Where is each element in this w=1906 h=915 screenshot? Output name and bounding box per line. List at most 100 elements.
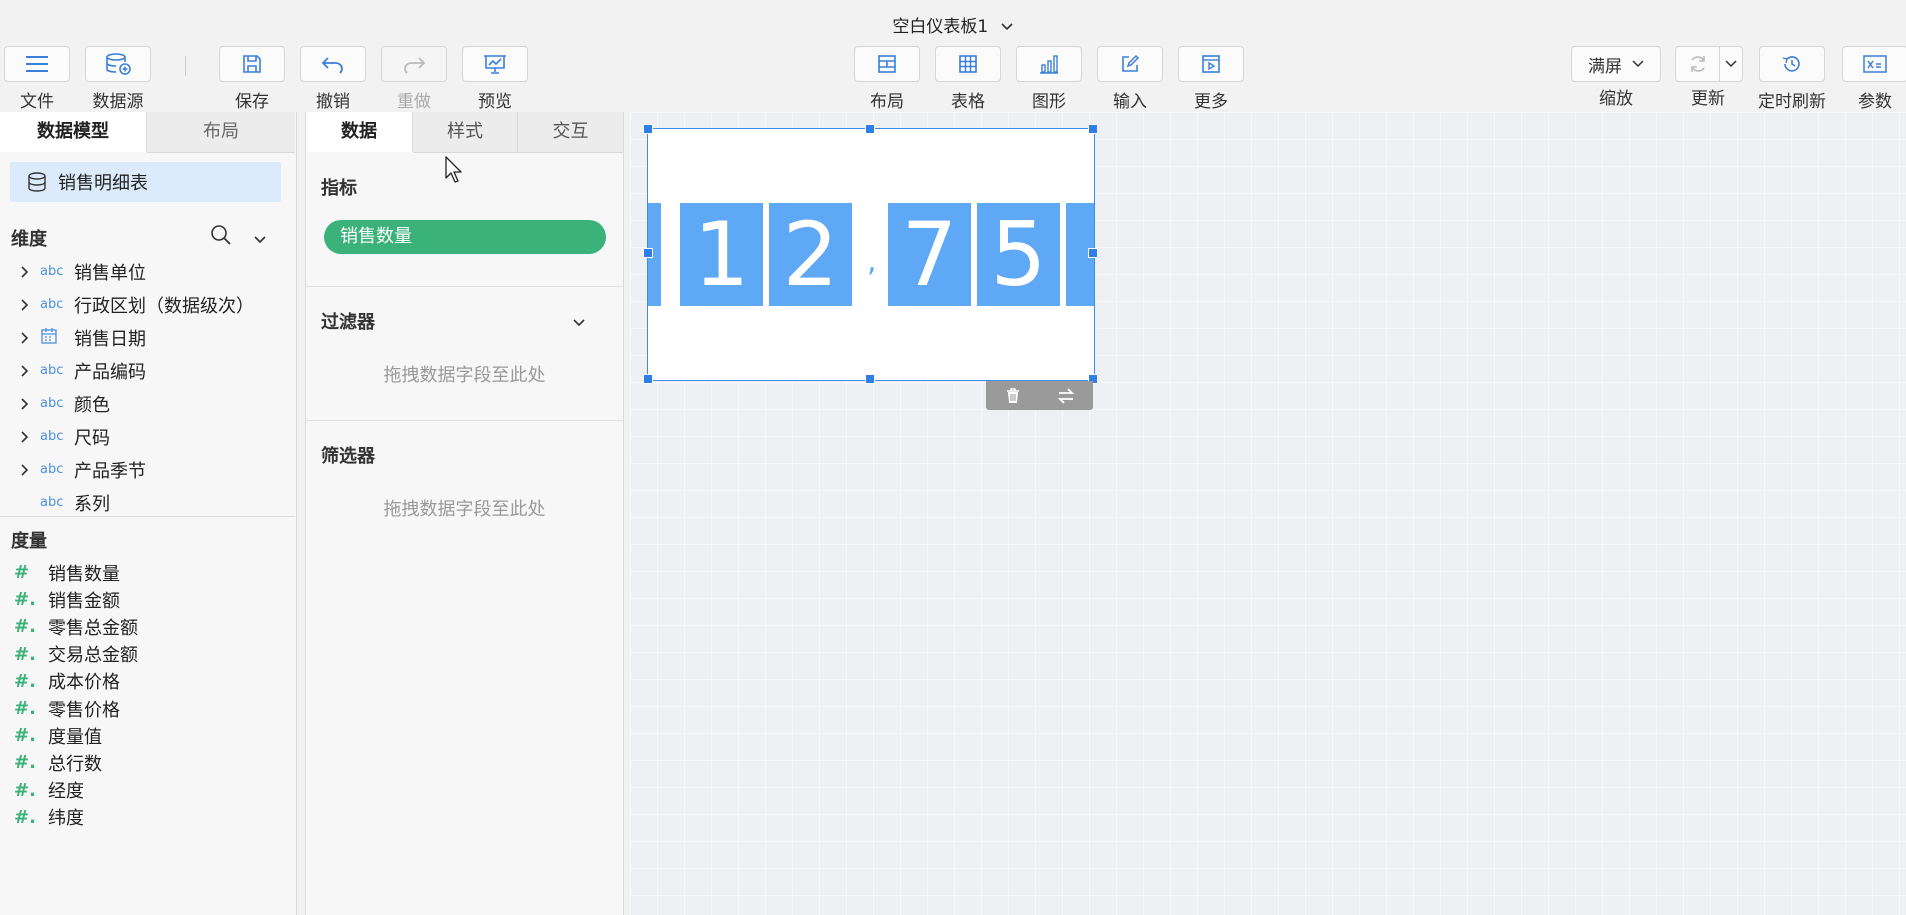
save-button[interactable]: 保存: [211, 46, 293, 112]
trash-icon[interactable]: [1004, 387, 1022, 405]
more-button[interactable]: 更多: [1170, 46, 1252, 112]
datasource-label: 数据源: [92, 92, 144, 112]
chart-button[interactable]: 图形: [1008, 46, 1090, 112]
indicator-field-pill[interactable]: 销售数量: [324, 220, 606, 254]
resize-handle[interactable]: [865, 374, 875, 384]
dimension-item[interactable]: abc 产品季节: [0, 453, 290, 486]
chevron-down-icon[interactable]: [1720, 47, 1742, 81]
input-label: 输入: [1113, 92, 1147, 112]
refresh-split-button[interactable]: [1675, 46, 1743, 82]
table-button[interactable]: 表格: [927, 46, 1009, 112]
chevron-right-icon[interactable]: [18, 298, 32, 312]
chevron-down-icon[interactable]: [253, 230, 267, 249]
file-button[interactable]: 文件: [0, 46, 78, 112]
preview-button[interactable]: 预览: [454, 46, 536, 112]
digit: 5: [977, 203, 1060, 306]
dimension-label: 尺码: [74, 427, 110, 449]
text-type-icon: abc: [40, 462, 64, 477]
tab-data-model[interactable]: 数据模型: [0, 112, 147, 152]
table-label: 表格: [951, 92, 985, 112]
resize-handle[interactable]: [643, 124, 653, 134]
selector-header: 筛选器: [321, 446, 375, 467]
text-type-icon: abc: [40, 495, 64, 510]
params-button[interactable]: 参数: [1834, 46, 1906, 112]
layout-label: 布局: [870, 92, 904, 112]
zoom-value: 满屏: [1588, 56, 1622, 77]
resize-handle[interactable]: [865, 124, 875, 134]
measure-label: 成本价格: [48, 672, 120, 694]
undo-button[interactable]: 撤销: [292, 46, 374, 112]
dimension-item[interactable]: abc 销售单位: [0, 255, 290, 288]
refresh-label: 更新: [1691, 89, 1725, 109]
redo-button[interactable]: 重做: [373, 46, 455, 112]
filter-drop-zone[interactable]: 拖拽数据字段至此处: [306, 361, 623, 387]
timed-refresh-button[interactable]: 定时刷新: [1751, 46, 1833, 112]
layout-button[interactable]: 布局: [846, 46, 928, 112]
tab-style[interactable]: 样式: [413, 112, 518, 153]
measures-header: 度量: [11, 531, 47, 552]
params-label: 参数: [1858, 92, 1892, 112]
resize-handle[interactable]: [1088, 124, 1098, 134]
datasource-button[interactable]: 数据源: [77, 46, 159, 112]
dataset-item[interactable]: 销售明细表: [10, 162, 281, 202]
calendar-icon: [40, 327, 74, 349]
preview-label: 预览: [478, 92, 512, 112]
chevron-right-icon[interactable]: [18, 463, 32, 477]
tab-data[interactable]: 数据: [306, 112, 413, 152]
dimension-item[interactable]: 销售日期: [0, 321, 290, 354]
dimension-label: 产品季节: [74, 460, 146, 482]
text-type-icon: abc: [40, 363, 64, 378]
divider: [306, 286, 623, 287]
table-icon: [935, 46, 1001, 82]
dimension-item[interactable]: abc 颜色: [0, 387, 290, 420]
properties-panel: 数据 样式 交互 指标 销售数量 过滤器 拖拽数据字段至此处 筛选器 拖拽数据字…: [305, 112, 624, 915]
redo-label: 重做: [397, 92, 431, 112]
chevron-down-icon[interactable]: [572, 313, 586, 332]
resize-handle[interactable]: [643, 374, 653, 384]
swap-icon[interactable]: [1057, 387, 1075, 405]
chevron-right-icon[interactable]: [18, 364, 32, 378]
chevron-down-icon[interactable]: [1000, 17, 1014, 37]
measure-label: 销售金额: [48, 590, 120, 612]
resize-handle[interactable]: [643, 248, 653, 258]
tab-interaction[interactable]: 交互: [518, 112, 623, 153]
zoom-select[interactable]: 满屏: [1571, 46, 1661, 82]
text-type-icon: abc: [40, 264, 64, 279]
measure-item[interactable]: #. 纬度: [0, 801, 290, 834]
dimension-item[interactable]: abc 行政区划（数据级次）: [0, 288, 290, 321]
measure-label: 总行数: [48, 753, 102, 775]
mouse-cursor: [445, 156, 463, 188]
chevron-right-icon[interactable]: [18, 430, 32, 444]
refresh-icon[interactable]: [1676, 47, 1720, 81]
tab-layout[interactable]: 布局: [147, 112, 295, 153]
dashboard-title[interactable]: 空白仪表板1: [0, 12, 1906, 37]
search-icon[interactable]: [210, 224, 232, 250]
selector-drop-zone[interactable]: 拖拽数据字段至此处: [306, 495, 623, 521]
more-label: 更多: [1194, 92, 1228, 112]
number-type-icon: #.: [14, 698, 36, 719]
dimension-item[interactable]: abc 系列: [0, 486, 290, 519]
layout-icon: [854, 46, 920, 82]
chevron-right-icon[interactable]: [18, 331, 32, 345]
bar-chart-icon: [1016, 46, 1082, 82]
indicator-header: 指标: [321, 178, 357, 199]
text-type-icon: abc: [40, 297, 64, 312]
digit: 7: [888, 203, 971, 306]
save-icon: [219, 46, 285, 82]
number-type-icon: #.: [14, 670, 36, 692]
save-label: 保存: [235, 92, 269, 112]
chevron-right-icon[interactable]: [18, 265, 32, 279]
input-button[interactable]: 输入: [1089, 46, 1171, 112]
formula-icon: [1842, 46, 1906, 82]
dimension-item[interactable]: abc 产品编码: [0, 354, 290, 387]
dimensions-header: 维度: [11, 229, 47, 250]
undo-icon: [300, 46, 366, 82]
chevron-right-icon[interactable]: [18, 397, 32, 411]
number-flip-widget[interactable]: 1 2 , 7 5: [647, 128, 1095, 381]
number-type-icon: #.: [14, 725, 36, 747]
text-type-icon: abc: [40, 396, 64, 411]
dimension-item[interactable]: abc 尺码: [0, 420, 290, 453]
presentation-icon: [462, 46, 528, 82]
resize-handle[interactable]: [1088, 248, 1098, 258]
number-type-icon: #.: [14, 779, 36, 801]
